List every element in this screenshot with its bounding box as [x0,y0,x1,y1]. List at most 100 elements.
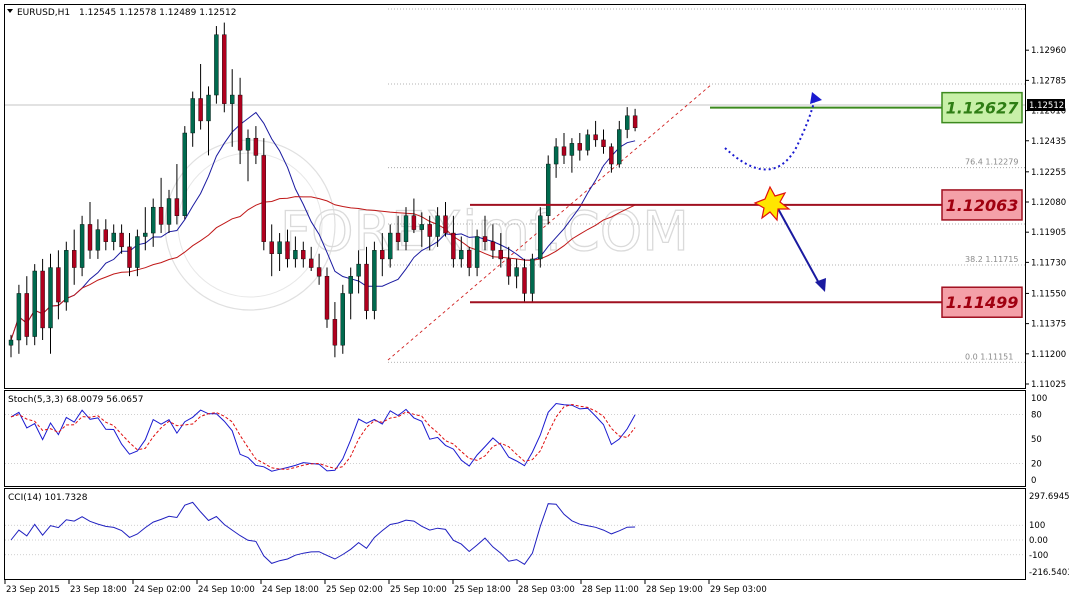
candle-body [585,134,590,151]
candle [372,241,377,320]
candle-body [364,263,369,311]
candle-body [190,98,195,134]
price-tick-label: 1.11375 [1031,320,1066,330]
candle-body [293,250,298,260]
price-tick-label: 1.12255 [1031,168,1066,178]
candle-body [553,146,559,165]
candle-body [419,224,424,230]
candle [40,258,45,341]
stoch-tick-label: 50 [1031,435,1042,445]
candle [340,284,345,354]
candle-body [206,94,211,122]
candle-body [546,163,551,217]
candle [546,155,551,225]
level-value: 1.12627 [946,99,1020,118]
candle-body [609,146,614,165]
chart-header: EURUSD,H1 1.12545 1.12578 1.12489 1.1251… [7,8,236,18]
time-axis: 23 Sep 2015 23 Sep 18:00 24 Sep 02:00 24 Se… [4,580,767,595]
candle-body [40,270,45,329]
candle-body [530,258,535,294]
candle-body [261,155,266,242]
candle-body [135,236,140,268]
candle-body [388,232,393,260]
price-tick-label: 1.12435 [1031,137,1066,147]
price-tick-label: 1.12960 [1031,46,1066,56]
candle-body [617,129,622,165]
candle-body [538,215,543,260]
candle-body [64,250,69,303]
candle-body [451,232,456,260]
time-tick-label: 28 Sep 03:00 [518,585,575,595]
candle-body [443,215,448,234]
candle-body [166,198,172,225]
candle-body [269,241,274,254]
candle-body [380,250,385,260]
candle-body [395,232,401,242]
price-tick-label: 1.12785 [1031,76,1066,86]
candle-body [632,115,638,129]
candle-body [474,236,480,268]
candle-body [24,293,29,337]
stoch-tick-label: 0 [1031,476,1036,486]
current-price-tag: 1.12512 [1027,99,1065,111]
candle-body [569,143,575,156]
candle-body [111,232,116,242]
candle-body [48,267,53,329]
candle-body [285,241,290,260]
candle-body [482,236,488,242]
candle-body [498,250,503,260]
time-tick-label: 24 Sep 18:00 [262,585,319,595]
cci-tick-label: 0.00 [1029,536,1048,546]
main-panel [4,4,1026,389]
candle-body [71,250,77,268]
candle [222,22,227,113]
current-price-value: 1.12512 [1029,101,1064,111]
time-tick-label: 24 Sep 10:00 [198,585,255,595]
price-axis: 1.129601.127851.126101.124351.122551.120… [1025,46,1066,390]
candle-body [253,137,259,156]
candle-body [174,198,180,217]
candle-body [150,206,156,234]
price-tick-label: 1.12080 [1031,198,1066,208]
candle-body [229,94,235,104]
trading-chart[interactable]: FOREXimf.COM EURUSD,H1 1.12545 1.12578 1… [0,0,1069,598]
candle [214,26,219,104]
candle-body [79,224,85,268]
cci-tick-label: 297.6945 [1029,492,1069,502]
candle-body [593,134,598,141]
cci-axis: 297.6945 100 0.00 -100 -216.5403 [1029,492,1069,578]
time-tick-label: 23 Sep 18:00 [70,585,127,595]
stoch-axis: 100 80 50 20 0 [1031,394,1047,486]
symbol-label: EURUSD,H1 [17,8,70,18]
stoch-tick-label: 80 [1031,410,1042,420]
candle-body [625,115,630,130]
price-tick-label: 1.11025 [1031,380,1066,390]
candle-body [506,258,511,277]
cci-tick-label: -100 [1029,551,1048,561]
candle-body [87,224,93,251]
candle-body [119,232,124,248]
candle-body [214,34,219,96]
candle-body [324,275,330,320]
time-tick-label: 25 Sep 10:00 [390,585,447,595]
time-tick-label: 24 Sep 02:00 [134,585,191,595]
candle-body [222,34,227,104]
candle-body [301,250,306,260]
cci-label: CCI(14) 101.7328 [8,493,88,503]
candle-body [372,250,377,311]
level-value: 1.11499 [946,293,1019,312]
time-tick-label: 28 Sep 11:00 [582,585,639,595]
price-tick-label: 1.11200 [1031,350,1066,360]
candle-body [237,94,243,151]
candle-body [356,263,361,277]
candle-body [577,143,582,151]
candle-body [467,250,472,268]
stoch-tick-label: 100 [1031,394,1047,404]
ohlc-label: 1.12545 1.12578 1.12489 1.12512 [79,8,236,18]
candle-body [427,224,432,237]
candle-body [245,137,251,151]
candle-body [182,132,188,217]
candle-body [127,246,132,268]
candle [79,215,85,277]
candle-body [103,229,109,242]
